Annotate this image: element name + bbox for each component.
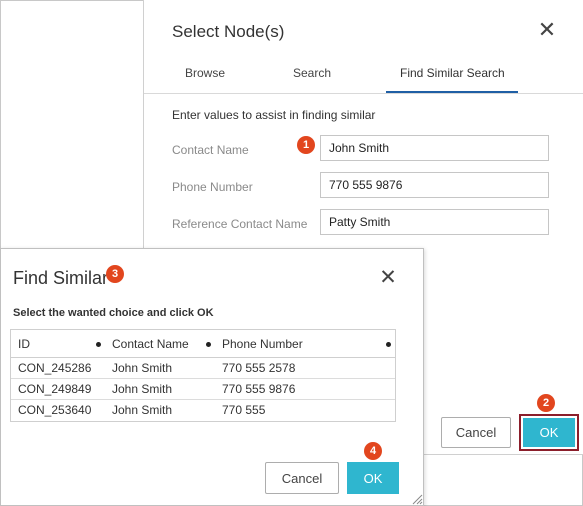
tab-search[interactable]: Search (293, 66, 331, 80)
phone-number-label: Phone Number (172, 180, 253, 194)
cell-contact-name: John Smith (112, 361, 173, 375)
tab-bar: Browse Search Find Similar Search (144, 56, 583, 94)
resize-grip-icon[interactable] (411, 493, 423, 505)
cancel-button[interactable]: Cancel (265, 462, 339, 494)
results-table: ID Contact Name Phone Number CON_245286 … (10, 329, 396, 422)
find-similar-dialog: Find Similar 3 ✕ Select the wanted choic… (0, 248, 424, 506)
table-row[interactable]: CON_245286 John Smith 770 555 2578 (11, 358, 395, 379)
cell-phone-number: 770 555 2578 (222, 361, 296, 375)
ok-button[interactable]: OK (523, 418, 575, 447)
instruction-text: Select the wanted choice and click OK (13, 307, 214, 319)
table-row[interactable]: CON_253640 John Smith 770 555 (11, 400, 395, 421)
column-menu-icon[interactable] (206, 342, 211, 347)
column-header-contact-name[interactable]: Contact Name (112, 330, 189, 358)
step-badge-2: 2 (537, 394, 555, 412)
step-badge-4: 4 (364, 442, 382, 460)
cancel-button[interactable]: Cancel (441, 417, 511, 448)
close-icon[interactable]: ✕ (377, 267, 399, 289)
column-header-phone-number[interactable]: Phone Number (222, 330, 303, 358)
column-menu-icon[interactable] (96, 342, 101, 347)
contact-name-label: Contact Name (172, 143, 249, 157)
cell-id: CON_253640 (18, 403, 92, 417)
contact-name-field[interactable]: John Smith (320, 135, 549, 161)
column-header-id[interactable]: ID (18, 330, 30, 358)
dialog-title: Select Node(s) (172, 22, 285, 41)
ok-button-highlight: OK (519, 414, 579, 451)
table-row[interactable]: CON_249849 John Smith 770 555 9876 (11, 379, 395, 400)
reference-contact-name-field[interactable]: Patty Smith (320, 209, 549, 235)
step-badge-1: 1 (297, 136, 315, 154)
active-tab-indicator (386, 91, 518, 93)
cell-contact-name: John Smith (112, 403, 173, 417)
cell-id: CON_249849 (18, 382, 92, 396)
column-menu-icon[interactable] (386, 342, 391, 347)
cell-contact-name: John Smith (112, 382, 173, 396)
tab-browse[interactable]: Browse (185, 66, 225, 80)
step-badge-3: 3 (106, 265, 124, 283)
ok-button[interactable]: OK (347, 462, 399, 494)
dialog-title: Find Similar (13, 268, 109, 288)
cell-phone-number: 770 555 (222, 403, 266, 417)
cell-id: CON_245286 (18, 361, 92, 375)
close-icon[interactable]: ✕ (536, 19, 558, 41)
reference-contact-name-label: Reference Contact Name (172, 217, 308, 231)
cell-phone-number: 770 555 9876 (222, 382, 296, 396)
tab-find-similar-search[interactable]: Find Similar Search (400, 66, 505, 80)
table-header: ID Contact Name Phone Number (11, 330, 395, 358)
phone-number-field[interactable]: 770 555 9876 (320, 172, 549, 198)
intro-text: Enter values to assist in finding simila… (172, 108, 376, 122)
